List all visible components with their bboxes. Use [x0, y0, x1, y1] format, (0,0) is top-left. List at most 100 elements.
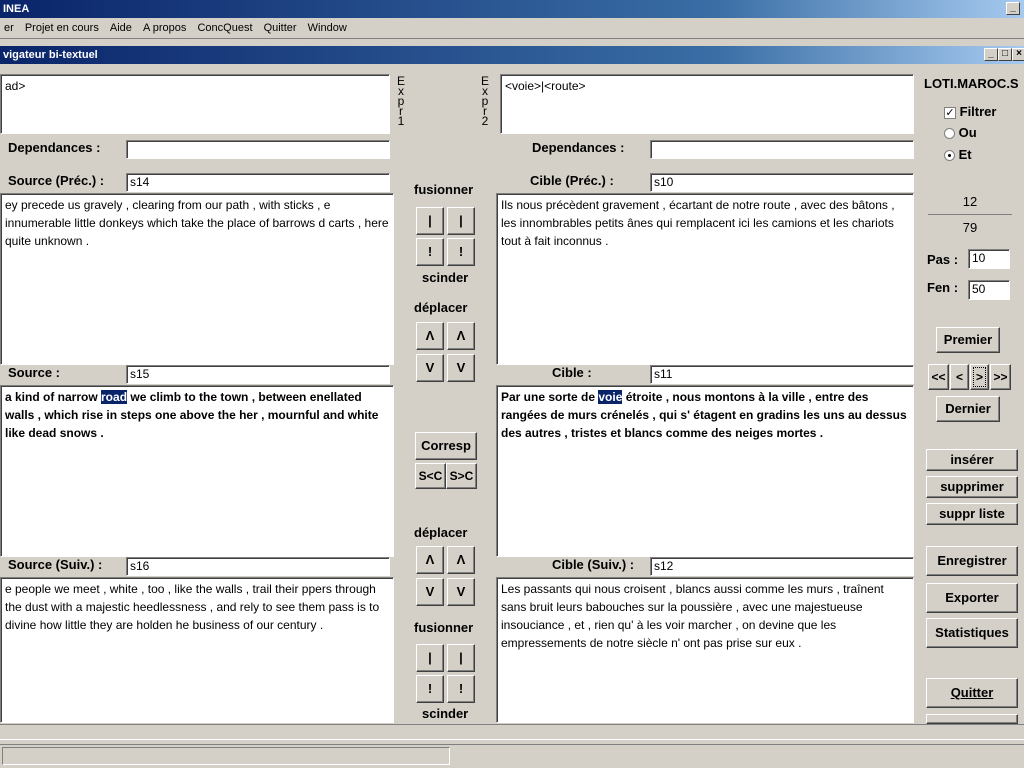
- move-down-source-button-top[interactable]: V: [416, 354, 444, 382]
- fusionner-source-button-bottom[interactable]: |: [416, 644, 444, 672]
- menu-item-concquest[interactable]: ConcQuest: [193, 18, 256, 38]
- fen-input[interactable]: 50: [968, 280, 1010, 300]
- menu-bar: er Projet en cours Aide A propos ConcQue…: [0, 18, 1024, 39]
- statistiques-button[interactable]: Statistiques: [926, 618, 1018, 648]
- move-up-cible-button-top[interactable]: Λ: [447, 322, 475, 350]
- app-title: INEA: [3, 3, 30, 15]
- status-panel-1: [2, 747, 450, 765]
- minimize-button[interactable]: _: [1006, 2, 1020, 15]
- status-bar: [0, 744, 1024, 768]
- source-current-text[interactable]: a kind of narrow road we climb to the to…: [0, 385, 394, 557]
- expr2-label: Expr2: [480, 74, 489, 128]
- scinder-source-button-top[interactable]: !: [416, 238, 444, 266]
- horizontal-scrollbar[interactable]: [0, 724, 1024, 740]
- first-nav-button[interactable]: <<: [928, 364, 949, 390]
- fusionner-source-button-top[interactable]: |: [416, 207, 444, 235]
- move-up-source-button-top[interactable]: Λ: [416, 322, 444, 350]
- source-current-label: Source :: [8, 365, 61, 380]
- ou-radio[interactable]: [944, 128, 955, 140]
- quitter-button[interactable]: Quitter: [926, 678, 1018, 708]
- fraction-divider: [928, 214, 1012, 215]
- right-dependances-label: Dependances :: [532, 140, 625, 155]
- menu-item-fichier[interactable]: er: [0, 18, 18, 38]
- et-radio-row[interactable]: Et: [944, 147, 972, 162]
- fusionner-cible-button-bottom[interactable]: |: [447, 644, 475, 672]
- right-dependances-field[interactable]: [650, 140, 914, 159]
- ou-radio-row[interactable]: Ou: [944, 125, 977, 140]
- scinder-label-bottom: scinder: [422, 706, 469, 721]
- scinder-source-button-bottom[interactable]: !: [416, 675, 444, 703]
- source-match-highlight: road: [101, 390, 128, 404]
- next-nav-button[interactable]: >: [970, 364, 989, 390]
- cible-next-text[interactable]: Les passants qui nous croisent , blancs …: [496, 577, 914, 723]
- enregistrer-button[interactable]: Enregistrer: [926, 546, 1018, 576]
- expr1-label: Expr1: [396, 74, 405, 128]
- corresp-button[interactable]: Corresp: [415, 432, 477, 460]
- fusionner-cible-button-top[interactable]: |: [447, 207, 475, 235]
- source-next-id-field[interactable]: s16: [126, 557, 390, 576]
- app-titlebar: INEA: [0, 0, 1024, 18]
- extra-button-partial[interactable]: [926, 714, 1018, 724]
- child-minimize-button[interactable]: _: [984, 48, 998, 61]
- pas-input[interactable]: 10: [968, 249, 1010, 269]
- move-up-source-button-bottom[interactable]: Λ: [416, 546, 444, 574]
- filtrer-checkbox-row[interactable]: ✓ Filtrer: [944, 104, 996, 119]
- source-prev-id-field[interactable]: s14: [126, 173, 390, 192]
- source-current-id-field[interactable]: s15: [126, 365, 390, 384]
- s-greater-c-button[interactable]: S>C: [446, 463, 477, 489]
- cible-prev-label: Cible (Préc.) :: [530, 173, 614, 188]
- prev-nav-button[interactable]: <: [950, 364, 969, 390]
- cible-prev-text[interactable]: Ils nous précèdent gravement , écartant …: [496, 193, 914, 365]
- left-dependances-label: Dependances :: [8, 140, 101, 155]
- move-down-cible-button-bottom[interactable]: V: [447, 578, 475, 606]
- cible-current-id-field[interactable]: s11: [650, 365, 914, 384]
- source-next-label: Source (Suiv.) :: [8, 557, 103, 572]
- child-window-titlebar: vigateur bi-textuel: [0, 46, 1024, 64]
- move-down-source-button-bottom[interactable]: V: [416, 578, 444, 606]
- source-next-text[interactable]: e people we meet , white , too , like th…: [0, 577, 394, 723]
- dernier-button[interactable]: Dernier: [936, 396, 1000, 422]
- source-prev-label: Source (Préc.) :: [8, 173, 105, 188]
- corpus-name: LOTI.MAROC.S: [924, 76, 1019, 91]
- left-dependances-field[interactable]: [126, 140, 390, 159]
- scinder-label-top: scinder: [422, 270, 469, 285]
- menu-item-quitter[interactable]: Quitter: [260, 18, 301, 38]
- s-less-c-button[interactable]: S<C: [415, 463, 446, 489]
- child-window-title: vigateur bi-textuel: [3, 49, 98, 61]
- source-prev-text[interactable]: ey precede us gravely , clearing from ou…: [0, 193, 394, 365]
- cible-current-label: Cible :: [552, 365, 592, 380]
- expr2-input[interactable]: <voie>|<route>: [500, 74, 914, 134]
- cible-next-label: Cible (Suiv.) :: [552, 557, 635, 572]
- cible-current-text[interactable]: Par une sorte de voie étroite , nous mon…: [496, 385, 914, 557]
- last-nav-button[interactable]: >>: [990, 364, 1011, 390]
- fusionner-label-top: fusionner: [414, 182, 474, 197]
- cible-next-id-field[interactable]: s12: [650, 557, 914, 576]
- supprimer-button[interactable]: supprimer: [926, 476, 1018, 498]
- expr1-input[interactable]: ad>: [0, 74, 390, 134]
- premier-button[interactable]: Premier: [936, 327, 1000, 353]
- inserer-button[interactable]: insérer: [926, 449, 1018, 471]
- menu-item-window[interactable]: Window: [304, 18, 351, 38]
- child-maximize-button[interactable]: □: [998, 48, 1012, 61]
- scinder-cible-button-bottom[interactable]: !: [447, 675, 475, 703]
- suppr-liste-button[interactable]: suppr liste: [926, 503, 1018, 525]
- pas-label: Pas :: [927, 252, 959, 267]
- cible-match-highlight: voie: [598, 390, 623, 404]
- child-close-button[interactable]: ×: [1012, 48, 1024, 61]
- move-up-cible-button-bottom[interactable]: Λ: [447, 546, 475, 574]
- fusionner-label-bottom: fusionner: [414, 620, 474, 635]
- fen-label: Fen :: [927, 280, 959, 295]
- scinder-cible-button-top[interactable]: !: [447, 238, 475, 266]
- current-segment-number: 12: [962, 194, 978, 209]
- deplacer-label-bottom: déplacer: [414, 525, 468, 540]
- exporter-button[interactable]: Exporter: [926, 583, 1018, 613]
- deplacer-label-top: déplacer: [414, 300, 468, 315]
- move-down-cible-button-top[interactable]: V: [447, 354, 475, 382]
- menu-item-apropos[interactable]: A propos: [139, 18, 190, 38]
- cible-prev-id-field[interactable]: s10: [650, 173, 914, 192]
- et-radio[interactable]: [944, 150, 955, 162]
- total-segment-number: 79: [962, 220, 978, 235]
- menu-item-aide[interactable]: Aide: [106, 18, 136, 38]
- menu-item-projet[interactable]: Projet en cours: [21, 18, 103, 38]
- filtrer-checkbox[interactable]: ✓: [944, 106, 956, 119]
